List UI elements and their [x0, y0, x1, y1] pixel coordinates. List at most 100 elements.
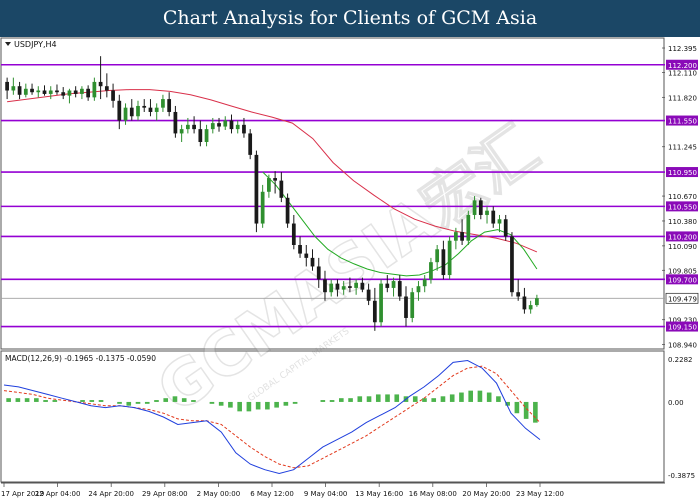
chart-symbol-label: USDJPY,H4	[14, 40, 57, 49]
candle-body	[298, 245, 302, 254]
macd-tick-label: 0.2282	[668, 356, 693, 364]
candle-body	[30, 88, 34, 93]
candle-body	[460, 232, 464, 241]
candle-body	[80, 88, 84, 94]
candle-body	[267, 178, 271, 192]
price-tick-label: 111.245	[668, 144, 697, 152]
candle-body	[204, 129, 209, 142]
candle-body	[48, 90, 53, 94]
macd-tick-label: -0.3875	[668, 472, 695, 480]
level-label: 110.550	[668, 203, 697, 211]
candle-body	[73, 90, 78, 94]
candle-body	[173, 111, 178, 134]
candle-body	[472, 200, 477, 215]
candle-body	[123, 107, 128, 121]
macd-title: MACD(12,26,9) -0.1965 -0.1375 -0.0590	[5, 354, 156, 363]
candle-body	[117, 100, 122, 121]
current-price-label: 109.479	[668, 295, 697, 303]
time-tick-label: 6 May 12:00	[250, 490, 294, 498]
macd-tick-label: 0.00	[668, 399, 684, 407]
candle-body	[36, 90, 41, 93]
candle-body	[142, 105, 147, 108]
candle-body	[210, 123, 215, 130]
price-tick-label: 112.110	[668, 69, 697, 77]
candle-body	[104, 86, 109, 91]
candle-body	[453, 232, 458, 241]
candle-body	[198, 129, 203, 142]
candle-body	[435, 249, 440, 263]
candle-body	[422, 279, 427, 287]
candle-body	[366, 289, 371, 301]
candle-body	[129, 107, 134, 117]
candle-body	[260, 191, 265, 224]
candle-body	[379, 283, 383, 323]
price-tick-label: 110.090	[668, 243, 697, 251]
level-label: 110.200	[668, 233, 697, 241]
candle-body	[528, 305, 533, 310]
price-tick-label: 109.805	[668, 267, 697, 275]
price-tick-label: 108.940	[668, 342, 697, 350]
time-tick-label: 13 May 16:00	[355, 490, 403, 498]
candle-body	[23, 88, 28, 95]
time-tick-label: 29 Apr 08:00	[142, 490, 188, 498]
candle-body	[404, 296, 408, 318]
candle-body	[503, 219, 508, 237]
page-title: Chart Analysis for Clients of GCM Asia	[162, 7, 538, 29]
candle-body	[429, 262, 433, 280]
candle-body	[316, 266, 321, 280]
candle-body	[86, 88, 91, 98]
candle-body	[416, 286, 421, 293]
candle-body	[478, 200, 483, 215]
level-label: 112.200	[668, 62, 697, 70]
candle-body	[111, 90, 115, 101]
candle-body	[485, 210, 489, 215]
candle-body	[491, 210, 496, 224]
level-label: 109.700	[668, 276, 697, 284]
time-tick-label: 9 May 04:00	[304, 490, 348, 498]
candle-body	[497, 219, 502, 224]
time-tick-label: 20 May 20:00	[462, 490, 510, 498]
candle-body	[510, 236, 514, 293]
price-tick-label: 110.670	[668, 193, 697, 201]
candle-body	[291, 223, 296, 245]
candle-body	[466, 214, 471, 241]
candle-body	[98, 81, 103, 87]
time-tick-label: 2 May 00:00	[197, 490, 241, 498]
candle-body	[61, 92, 66, 96]
candle-body	[92, 81, 97, 98]
price-tick-label: 110.380	[668, 218, 697, 226]
candle-body	[447, 240, 452, 276]
candle-body	[67, 90, 72, 96]
candle-body	[148, 107, 153, 112]
candle-body	[341, 286, 346, 290]
level-label: 110.950	[668, 169, 697, 177]
candle-body	[397, 281, 402, 297]
candle-body	[410, 292, 415, 318]
candle-body	[385, 283, 390, 288]
time-tick-label: 24 Apr 20:00	[88, 490, 134, 498]
candle-body	[329, 283, 334, 293]
candle-body	[360, 282, 365, 290]
candle-body	[136, 105, 140, 117]
candle-body	[354, 282, 359, 288]
candle-body	[279, 180, 284, 198]
candle-body	[335, 283, 340, 290]
candle-body	[372, 300, 377, 323]
price-tick-label: 112.395	[668, 45, 697, 53]
candle-body	[242, 124, 246, 134]
candle-body	[17, 86, 22, 95]
candle-body	[441, 249, 446, 276]
candle-body	[273, 178, 277, 181]
candle-body	[391, 281, 396, 288]
candle-body	[535, 298, 539, 306]
level-label: 109.150	[668, 324, 697, 332]
candle-body	[154, 107, 159, 112]
candle-body	[5, 81, 9, 91]
candle-body	[179, 129, 184, 134]
candle-body	[55, 90, 59, 93]
candle-body	[285, 197, 290, 224]
usdjpy-chart[interactable]: GCMASIA宏汇 GLOBAL CAPITAL MARKETS 112.395…	[0, 37, 700, 500]
candle-body	[310, 257, 315, 267]
candle-body	[217, 123, 221, 127]
candle-body	[516, 292, 521, 297]
